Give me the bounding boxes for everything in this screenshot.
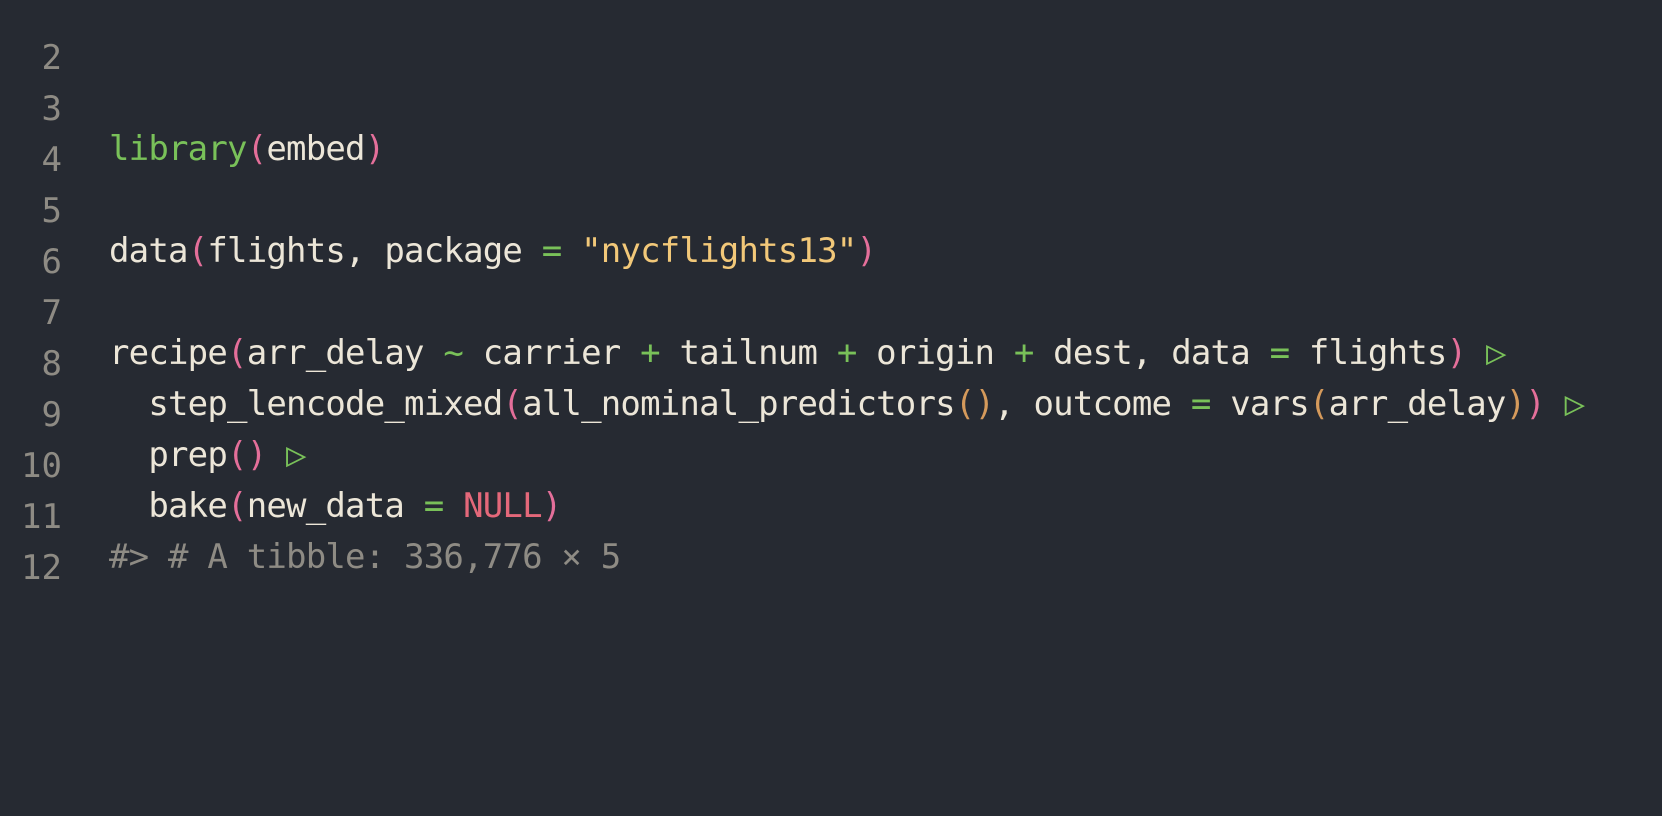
code-line[interactable]: 3 library(embed)	[0, 44, 1662, 169]
code-line[interactable]: 4	[0, 95, 1662, 180]
code-line[interactable]: 12	[0, 503, 1662, 588]
code-line[interactable]: 8 step_lencode_mixed(all_nominal_predict…	[0, 299, 1662, 424]
code-line[interactable]: 9 prep() ▷	[0, 350, 1662, 475]
code-editor[interactable]: 2 3 library(embed) 4 5 data(flights, pac…	[0, 0, 1662, 816]
code-line[interactable]: 6	[0, 197, 1662, 282]
code-line[interactable]: 10 bake(new_data = NULL)	[0, 401, 1662, 526]
code-line[interactable]: 5 data(flights, package = "nycflights13"…	[0, 146, 1662, 271]
code-line[interactable]: 2	[0, 0, 1662, 78]
code-line[interactable]: 11 #> # A tibble: 336,776 × 5	[0, 452, 1662, 577]
code-line[interactable]: 7 recipe(arr_delay ~ carrier + tailnum +…	[0, 248, 1662, 373]
line-number: 12	[21, 548, 62, 588]
